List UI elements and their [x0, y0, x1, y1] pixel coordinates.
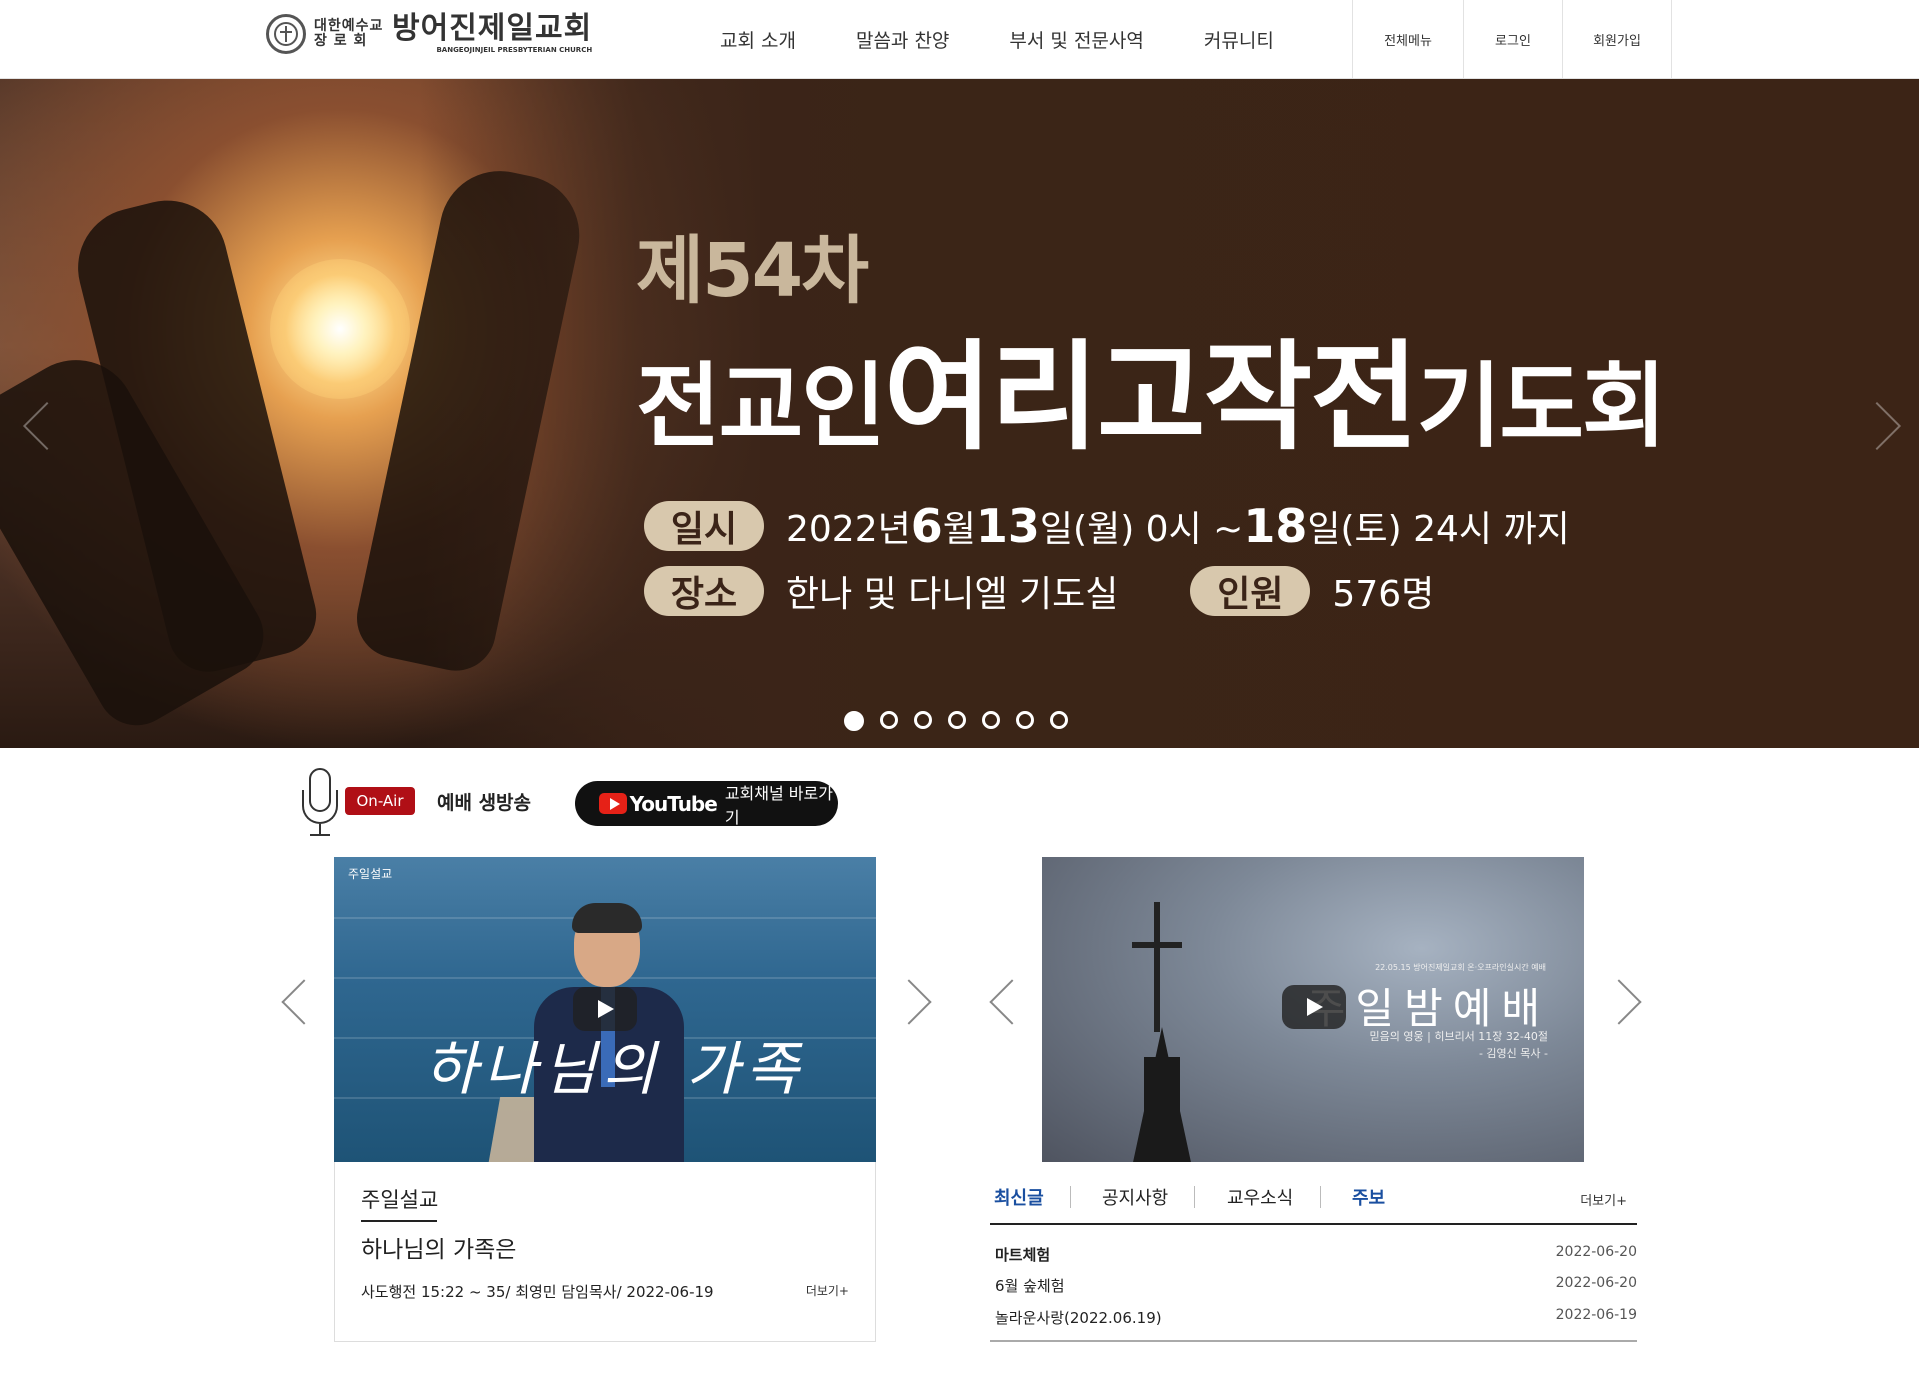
hero-when-row: 일시 2022년 6월 13 일(월) 0시 ~ 18 일(토) 24시 까지: [644, 499, 1570, 553]
slide-dot[interactable]: [948, 711, 966, 729]
church-seal-icon: [266, 13, 306, 54]
sermon-more-link[interactable]: 더보기+: [806, 1282, 849, 1299]
logo-english: BANGEOJINJEIL PRESBYTERIAN CHURCH: [436, 46, 593, 54]
util-menu: 전체메뉴 로그인 회원가입: [1352, 0, 1672, 79]
sermon-video-thumbnail[interactable]: 주일설교 하나님의 가족: [334, 857, 876, 1162]
tab-latest[interactable]: 최신글: [994, 1184, 1044, 1210]
sermon-category: 주일설교: [361, 1188, 439, 1212]
thumb-caption-sub: 믿음의 영웅 | 히브리서 11장 32-40절 - 김영신 목사 -: [1370, 1028, 1548, 1062]
slide-dot[interactable]: [844, 711, 864, 731]
list-item[interactable]: 6월 숲체험 2022-06-20: [995, 1275, 1637, 1305]
onair-badge[interactable]: On-Air: [345, 787, 415, 815]
nav-church-intro[interactable]: 교회 소개: [720, 26, 796, 53]
slide-dot[interactable]: [1016, 711, 1034, 729]
slide-dot[interactable]: [880, 711, 898, 729]
sermon-prev-arrow[interactable]: [281, 979, 327, 1025]
list-item[interactable]: 마트체험 2022-06-20: [995, 1244, 1637, 1274]
youtube-button-label: 교회채널 바로가기: [724, 783, 833, 827]
place-text: 한나 및 다니엘 기도실: [786, 574, 1119, 615]
tab-member-news[interactable]: 교우소식: [1227, 1184, 1293, 1210]
video-next-arrow[interactable]: [1596, 979, 1642, 1025]
hero-banner[interactable]: 제54차 전교인여리고작전기도회 일시 2022년 6월 13 일(월) 0시 ~…: [0, 79, 1919, 748]
count-badge: 인원: [1190, 566, 1311, 616]
hero-title-part3: 기도회: [1416, 353, 1667, 460]
cross-icon: [1154, 902, 1160, 1032]
slide-dot[interactable]: [1050, 711, 1068, 729]
when-badge: 일시: [644, 501, 764, 551]
youtube-channel-button[interactable]: YouTube 교회채널 바로가기: [575, 781, 838, 827]
when-text: 월: [942, 509, 976, 550]
sermon-title[interactable]: 하나님의 가족은: [361, 1230, 516, 1264]
tab-bulletin[interactable]: 주보: [1352, 1184, 1385, 1210]
sermon-next-arrow[interactable]: [886, 979, 932, 1025]
when-day-end: 18: [1243, 499, 1308, 553]
thumb-caption-line2: - 김영신 목사 -: [1478, 1047, 1548, 1060]
thumb-caption-line1: 믿음의 영웅 | 히브리서 11장 32-40절: [1369, 1030, 1548, 1043]
slide-indicators: [844, 711, 1084, 731]
hero-title-part2: 여리고작전: [883, 328, 1419, 466]
play-icon[interactable]: [1282, 985, 1346, 1029]
youtube-brand: YouTube: [629, 791, 718, 816]
nav-departments[interactable]: 부서 및 전문사역: [1009, 26, 1143, 53]
main-nav: 교회 소개 말씀과 찬양 부서 및 전문사역 커뮤니티: [720, 26, 1334, 53]
board-more-link[interactable]: 더보기+: [1580, 1190, 1627, 1209]
post-title[interactable]: 놀라운사랑(2022.06.19): [995, 1307, 1162, 1337]
post-title[interactable]: 6월 숲체험: [995, 1275, 1065, 1305]
post-date: 2022-06-20: [1555, 1244, 1637, 1260]
tab-notice[interactable]: 공지사항: [1102, 1184, 1168, 1210]
logo-denomination: 대한예수교 장 로 회: [314, 17, 384, 49]
hero-title: 전교인여리고작전기도회: [636, 301, 1667, 472]
signup-button[interactable]: 회원가입: [1563, 0, 1672, 79]
slide-dot[interactable]: [982, 711, 1000, 729]
microphone-icon: [300, 768, 342, 838]
slide-dot[interactable]: [914, 711, 932, 729]
when-month: 6: [910, 499, 943, 553]
site-header: 대한예수교 장 로 회 방어진제일교회 BANGEOJINJEIL PRESBY…: [0, 0, 1919, 79]
nav-community[interactable]: 커뮤니티: [1204, 26, 1274, 53]
play-icon[interactable]: [573, 987, 637, 1031]
thumb-caption-top: 22.05.15 방어진제일교회 온·오프라인실시간 예배: [1375, 963, 1546, 972]
video-prev-arrow[interactable]: [989, 979, 1035, 1025]
count-text: 576명: [1332, 574, 1435, 615]
when-text: 일(토) 24시 까지: [1307, 509, 1570, 550]
hero-next-arrow[interactable]: [1852, 401, 1902, 451]
logo-name: 방어진제일교회: [392, 11, 593, 46]
thumb-label: 주일설교: [348, 867, 393, 881]
post-date: 2022-06-20: [1555, 1275, 1637, 1291]
login-button[interactable]: 로그인: [1464, 0, 1563, 79]
nav-word-praise[interactable]: 말씀과 찬양: [856, 26, 949, 53]
full-menu-button[interactable]: 전체메뉴: [1353, 0, 1464, 79]
hero-place-row: 장소 한나 및 다니엘 기도실 인원 576명: [644, 565, 1434, 617]
sermon-card[interactable]: 주일설교 하나님의 가족은 사도행전 15:22 ~ 35/ 최영민 담임목사/…: [334, 1162, 876, 1342]
church-logo[interactable]: 대한예수교 장 로 회 방어진제일교회 BANGEOJINJEIL PRESBY…: [266, 13, 592, 54]
when-text: 2022년: [786, 509, 911, 550]
list-item[interactable]: 놀라운사랑(2022.06.19) 2022-06-19: [995, 1307, 1637, 1337]
board-bottom-line: [990, 1340, 1637, 1342]
place-badge: 장소: [644, 566, 764, 616]
live-broadcast-link[interactable]: 예배 생방송: [437, 788, 531, 815]
hero-title-part1: 전교인: [636, 353, 886, 460]
sermon-meta: 사도행전 15:22 ~ 35/ 최영민 담임목사/ 2022-06-19: [361, 1283, 714, 1301]
board-tabs: 최신글 공지사항 교우소식 주보 더보기+: [990, 1180, 1637, 1225]
post-date: 2022-06-19: [1555, 1307, 1637, 1323]
post-title[interactable]: 마트체험: [995, 1244, 1050, 1274]
evening-service-thumbnail[interactable]: 22.05.15 방어진제일교회 온·오프라인실시간 예배 주일밤예배 믿음의 …: [1042, 857, 1584, 1162]
when-day-start: 13: [975, 499, 1040, 553]
youtube-play-icon: [599, 793, 627, 814]
when-text: 일(월) 0시 ~: [1039, 509, 1244, 550]
thumb-script-title: 하나님의 가족: [424, 1035, 805, 1103]
